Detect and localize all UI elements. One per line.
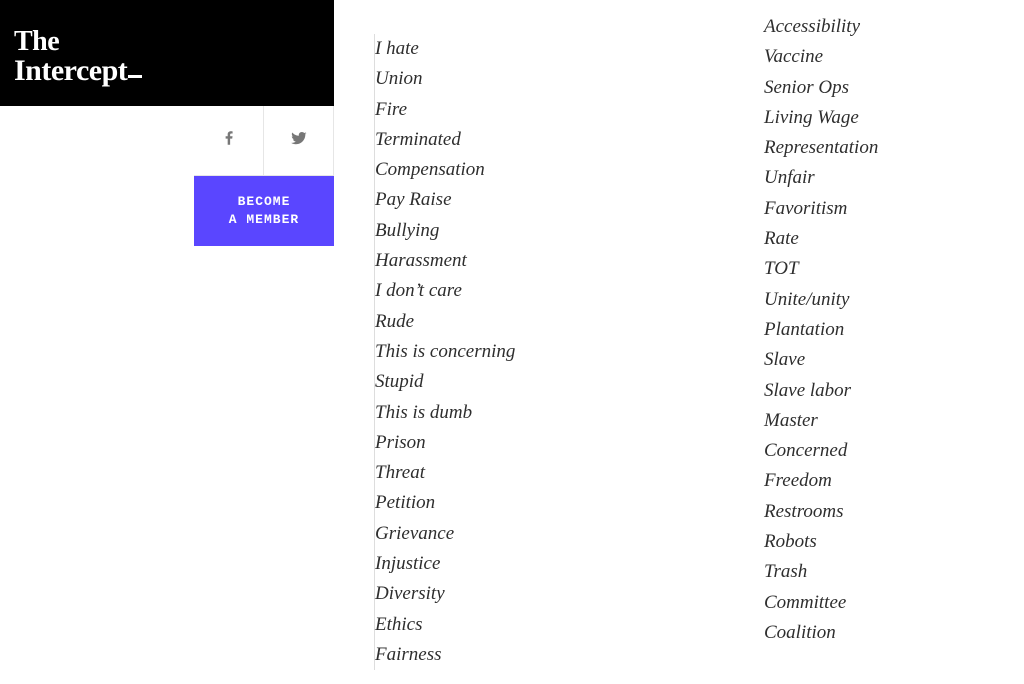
list-item: Compensation — [375, 155, 515, 185]
list-item: Rude — [375, 307, 515, 337]
list-item: Favoritism — [764, 194, 878, 224]
list-item: Slave — [764, 345, 878, 375]
term-list-left: I hateUnionFireTerminatedCompensationPay… — [374, 34, 515, 670]
list-item: This is dumb — [375, 398, 515, 428]
list-item: Injustice — [375, 549, 515, 579]
list-item: Master — [764, 406, 878, 436]
twitter-icon — [290, 129, 308, 152]
list-item: Robots — [764, 527, 878, 557]
list-item: Representation — [764, 133, 878, 163]
list-item: Terminated — [375, 125, 515, 155]
list-item: Coalition — [764, 618, 878, 648]
term-list-right: AccessibilityVaccineSenior OpsLiving Wag… — [764, 12, 878, 648]
list-item: Fairness — [375, 640, 515, 670]
facebook-icon — [220, 129, 238, 152]
list-item: Vaccine — [764, 42, 878, 72]
list-item: Union — [375, 64, 515, 94]
logo-cursor-icon — [128, 75, 142, 78]
list-item: Slave labor — [764, 376, 878, 406]
share-row — [194, 106, 334, 176]
list-item: TOT — [764, 254, 878, 284]
list-item: Bullying — [375, 216, 515, 246]
list-item: Freedom — [764, 466, 878, 496]
list-item: Grievance — [375, 519, 515, 549]
list-item: Committee — [764, 588, 878, 618]
list-item: Pay Raise — [375, 185, 515, 215]
list-item: Restrooms — [764, 497, 878, 527]
list-item: Unfair — [764, 163, 878, 193]
content-area: I hateUnionFireTerminatedCompensationPay… — [360, 0, 1024, 684]
list-item: I hate — [375, 34, 515, 64]
list-item: Trash — [764, 557, 878, 587]
list-item: Unite/unity — [764, 285, 878, 315]
become-member-button[interactable]: BECOME A MEMBER — [194, 176, 334, 246]
list-item: Ethics — [375, 610, 515, 640]
list-item: Senior Ops — [764, 73, 878, 103]
share-facebook-button[interactable] — [194, 106, 264, 176]
list-item: Fire — [375, 95, 515, 125]
cta-line1: BECOME — [238, 193, 291, 211]
cta-line2: A MEMBER — [229, 211, 299, 229]
list-item: Rate — [764, 224, 878, 254]
list-item: Harassment — [375, 246, 515, 276]
list-item: Threat — [375, 458, 515, 488]
list-item: Plantation — [764, 315, 878, 345]
list-item: Stupid — [375, 367, 515, 397]
logo-line2: Intercept — [14, 56, 334, 86]
site-logo[interactable]: The Intercept — [0, 0, 334, 106]
list-item: Petition — [375, 488, 515, 518]
share-twitter-button[interactable] — [264, 106, 334, 176]
list-item: Accessibility — [764, 12, 878, 42]
logo-wordmark: Intercept — [14, 54, 127, 87]
list-item: Living Wage — [764, 103, 878, 133]
list-item: Diversity — [375, 579, 515, 609]
list-item: Prison — [375, 428, 515, 458]
list-item: I don’t care — [375, 276, 515, 306]
logo-line1: The — [14, 28, 334, 56]
list-item: Concerned — [764, 436, 878, 466]
list-item: This is concerning — [375, 337, 515, 367]
